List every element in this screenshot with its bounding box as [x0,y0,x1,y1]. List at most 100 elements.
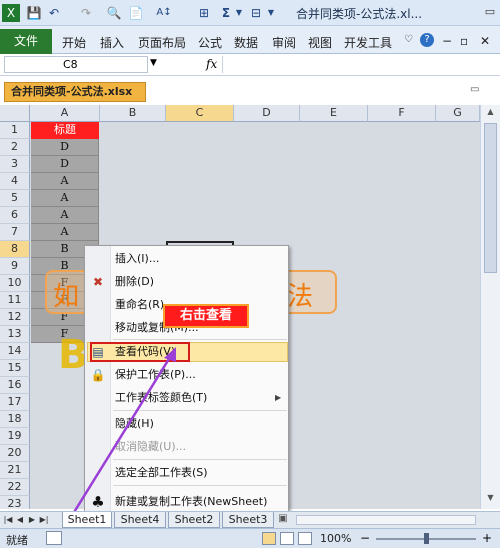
row-header[interactable]: 7 [0,224,30,241]
table-cell[interactable]: D [31,156,99,173]
column-header-d[interactable]: D [234,105,300,122]
format-icon[interactable]: ⊟ [248,4,264,22]
row-header[interactable]: 10 [0,275,30,292]
save-icon[interactable]: 💾 [26,4,42,22]
sheet-tab-sheet4[interactable]: Sheet4 [114,512,166,528]
column-header-g[interactable]: G [436,105,480,122]
sheet-tab-sheet1[interactable]: Sheet1 [62,512,112,528]
print-preview-icon[interactable]: 🔍 [106,4,122,22]
undo-icon[interactable]: ↶ [46,4,62,22]
menu-item-view-code[interactable]: 查看代码(V) [115,343,175,361]
first-sheet-icon[interactable]: |◀ [2,513,14,527]
column-header-a[interactable]: A [30,105,100,122]
zoom-in-icon[interactable]: + [482,531,492,545]
row-header[interactable]: 13 [0,326,30,343]
file-tab[interactable]: 文件 [0,29,52,54]
table-cell[interactable]: A [31,173,99,190]
row-header[interactable]: 17 [0,394,30,411]
restore-icon[interactable]: ▫ [460,34,468,48]
minimize-icon[interactable]: − [442,34,452,48]
horizontal-scrollbar[interactable] [296,515,476,525]
tab-insert[interactable]: 插入 [100,34,124,51]
row-header[interactable]: 21 [0,462,30,479]
column-header-e[interactable]: E [300,105,368,122]
borders-icon[interactable]: ⊞ [196,4,212,22]
zoom-level[interactable]: 100% [320,532,351,545]
scroll-up-icon[interactable]: ▲ [484,107,497,119]
vertical-scrollbar[interactable]: ▲ ▼ [480,105,500,509]
menu-item-new-sheet[interactable]: 新建或复制工作表(NewSheet) [115,493,267,511]
tab-developer[interactable]: 开发工具 [344,34,392,51]
page-break-view-icon[interactable] [298,532,312,545]
menu-item-protect-sheet[interactable]: 保护工作表(P)... [115,366,196,384]
insert-sheet-icon[interactable]: ▣ [276,513,290,527]
tab-view[interactable]: 视图 [308,34,332,51]
table-cell[interactable]: A [31,207,99,224]
row-header[interactable]: 22 [0,479,30,496]
scroll-thumb[interactable] [484,123,497,273]
zoom-slider-knob[interactable] [424,533,429,544]
ribbon-collapse-icon[interactable]: ♡ [404,34,413,45]
close-icon[interactable]: ✕ [480,34,490,48]
row-header[interactable]: 19 [0,428,30,445]
menu-item-insert[interactable]: 插入(I)... [115,250,159,268]
insert-function-icon[interactable]: fx [206,57,217,71]
tab-data[interactable]: 数据 [234,34,258,51]
row-header[interactable]: 12 [0,309,30,326]
page-layout-view-icon[interactable] [280,532,294,545]
sort-icon[interactable]: A↕ [152,4,176,22]
row-header[interactable]: 23 [0,496,30,509]
autosum-dropdown-icon[interactable]: ▼ [234,4,244,22]
column-header-b[interactable]: B [100,105,166,122]
row-header[interactable]: 6 [0,207,30,224]
new-document-icon[interactable]: 📄 [128,4,144,22]
tab-home[interactable]: 开始 [62,34,86,51]
redo-icon[interactable]: ↷ [78,4,94,22]
sheet-tab-sheet2[interactable]: Sheet2 [168,512,220,528]
menu-item-hide[interactable]: 隐藏(H) [115,415,154,433]
row-header[interactable]: 11 [0,292,30,309]
help-icon[interactable]: ? [420,33,434,47]
row-header[interactable]: 4 [0,173,30,190]
table-cell[interactable]: A [31,190,99,207]
last-sheet-icon[interactable]: ▶| [38,513,50,527]
select-all-corner[interactable] [0,105,30,122]
column-header-f[interactable]: F [368,105,436,122]
customize-toolbar-icon[interactable]: ▼ [266,4,276,22]
menu-item-tab-color[interactable]: 工作表标签颜色(T) [115,389,207,407]
row-header[interactable]: 1 [0,122,30,139]
prev-sheet-icon[interactable]: ◀ [14,513,26,527]
workbook-close-icon[interactable]: ▭ [470,84,479,95]
tab-page-layout[interactable]: 页面布局 [138,34,186,51]
workbook-tab[interactable]: 合并同类项-公式法.xlsx [4,82,146,102]
row-header[interactable]: 5 [0,190,30,207]
row-header[interactable]: 20 [0,445,30,462]
sheet-tab-sheet3[interactable]: Sheet3 [222,512,274,528]
macro-record-icon[interactable] [46,531,62,545]
name-box[interactable]: C8 [4,56,148,73]
row-header[interactable]: 9 [0,258,30,275]
table-cell[interactable]: D [31,139,99,156]
zoom-out-icon[interactable]: − [360,531,370,545]
table-cell[interactable]: A [31,224,99,241]
header-cell[interactable]: 标题 [31,122,99,139]
row-header[interactable]: 8 [0,241,30,258]
row-header[interactable]: 14 [0,343,30,360]
row-header[interactable]: 18 [0,411,30,428]
window-menu-icon[interactable]: ▭ [482,4,498,20]
normal-view-icon[interactable] [262,532,276,545]
row-header[interactable]: 15 [0,360,30,377]
column-header-c[interactable]: C [166,105,234,122]
name-box-dropdown-icon[interactable]: ▼ [150,58,157,68]
scroll-down-icon[interactable]: ▼ [484,493,497,505]
row-header[interactable]: 3 [0,156,30,173]
row-header[interactable]: 2 [0,139,30,156]
tab-review[interactable]: 审阅 [272,34,296,51]
row-header[interactable]: 16 [0,377,30,394]
formula-input[interactable] [222,56,498,73]
next-sheet-icon[interactable]: ▶ [26,513,38,527]
menu-item-delete[interactable]: 删除(D) [115,273,154,291]
menu-item-select-all-sheets[interactable]: 选定全部工作表(S) [115,464,208,482]
autosum-icon[interactable]: Σ [218,4,234,22]
menu-item-rename[interactable]: 重命名(R) [115,296,164,314]
